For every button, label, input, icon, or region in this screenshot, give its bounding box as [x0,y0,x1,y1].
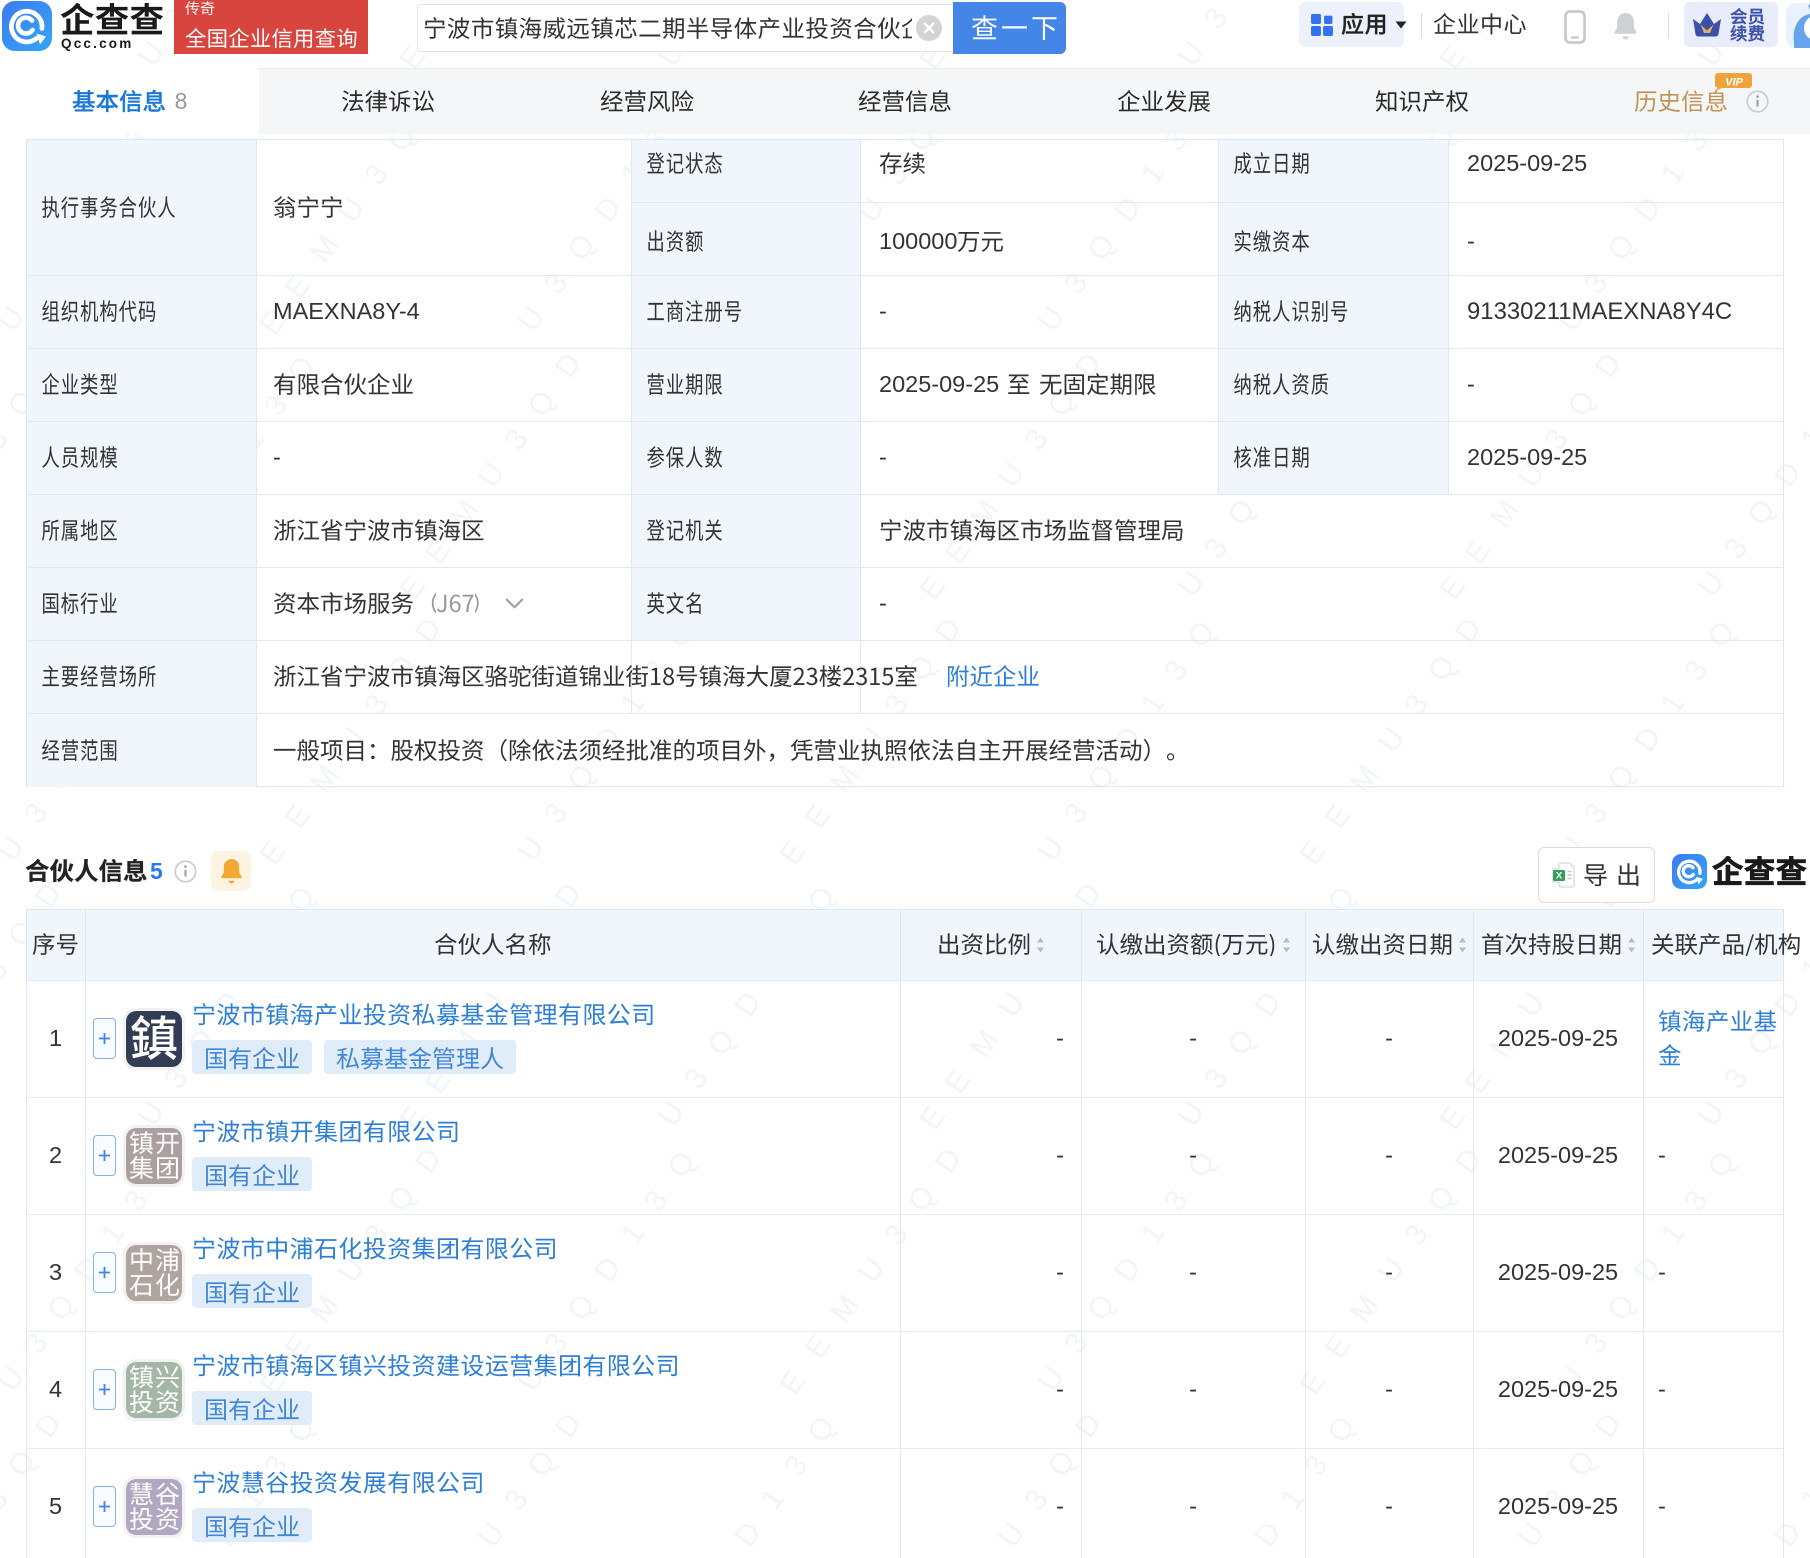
svg-text:VIP: VIP [1725,77,1743,89]
svg-text:X: X [1556,870,1563,881]
